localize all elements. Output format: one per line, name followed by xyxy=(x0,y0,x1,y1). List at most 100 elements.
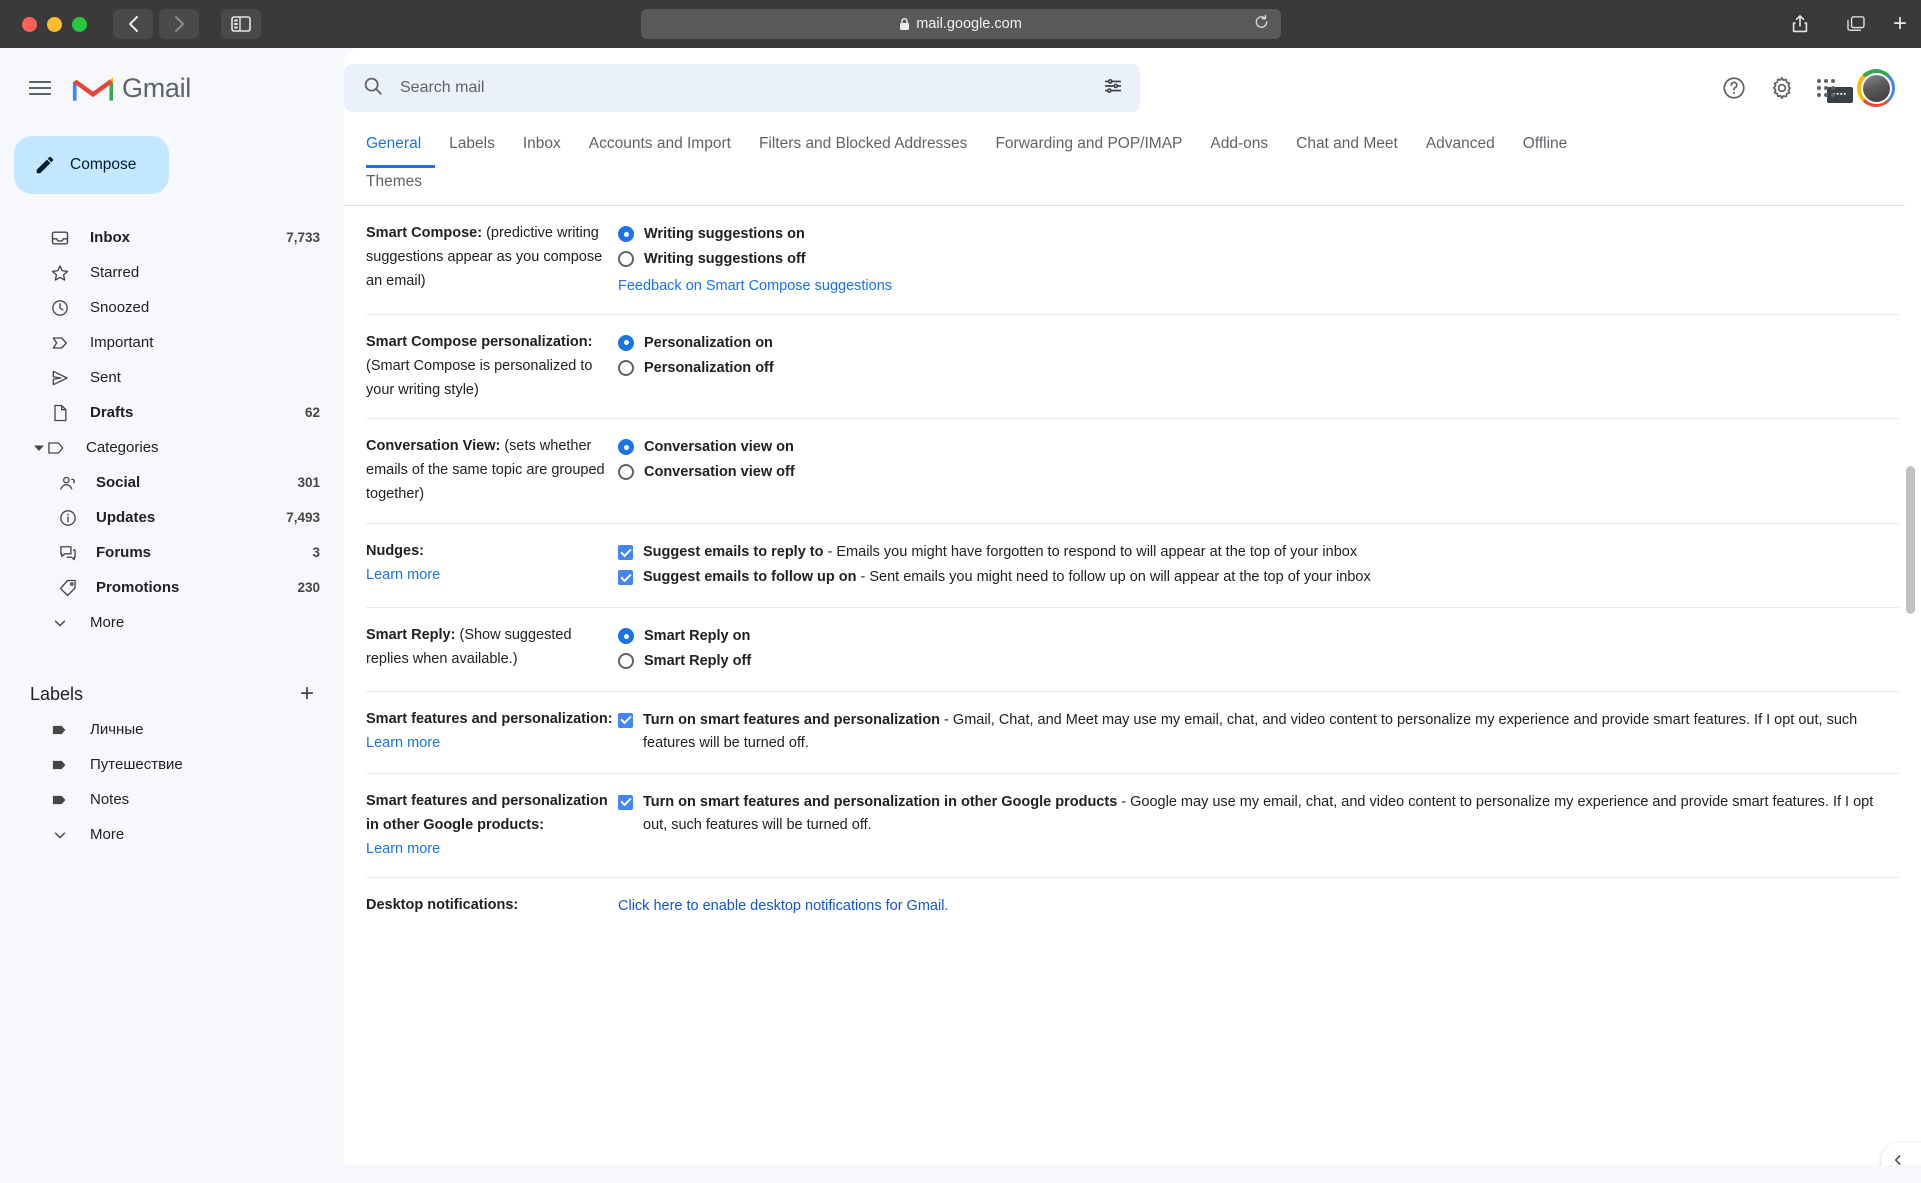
back-button[interactable] xyxy=(113,9,153,39)
radio-option[interactable]: Personalization on xyxy=(618,332,1899,355)
search-icon xyxy=(362,75,384,102)
tab-filters-and-blocked-addresses[interactable]: Filters and Blocked Addresses xyxy=(745,129,982,168)
radio-writing-suggestions-off[interactable] xyxy=(618,250,634,267)
reload-button[interactable] xyxy=(1254,14,1269,34)
radio-writing-suggestions-on[interactable] xyxy=(618,226,634,242)
nudges-learn-more-link[interactable]: Learn more xyxy=(366,567,440,583)
tab-themes[interactable]: Themes xyxy=(366,167,436,206)
checkbox-suggest-emails-to-follow-up-on[interactable] xyxy=(618,570,633,586)
sidebar-label-puteshestvie[interactable]: Путешествие xyxy=(0,747,344,782)
compose-button[interactable]: Compose xyxy=(14,136,169,194)
smart-features-learn-more-link[interactable]: Learn more xyxy=(366,735,440,751)
tab-general[interactable]: General xyxy=(366,129,436,168)
sidebar-item-categories[interactable]: Categories xyxy=(0,430,344,465)
radio-smart-reply-on[interactable] xyxy=(618,628,634,645)
tab-labels[interactable]: Labels xyxy=(435,129,509,168)
sidebar-item-updates[interactable]: Updates 7,493 xyxy=(0,500,344,535)
sidebar-label-text: More xyxy=(90,826,125,843)
create-label-button[interactable]: + xyxy=(300,682,314,706)
settings-button[interactable] xyxy=(1769,75,1795,101)
sidebar-item-snoozed[interactable]: Snoozed xyxy=(0,290,344,325)
scroll-gutter xyxy=(1905,48,1921,1183)
close-window-button[interactable] xyxy=(22,16,37,32)
checkbox-turn-on-smart-features[interactable] xyxy=(618,712,633,728)
radio-conversation-view-off[interactable] xyxy=(618,464,634,481)
avatar[interactable] xyxy=(1857,69,1895,107)
radio-smart-reply-off[interactable] xyxy=(618,652,634,669)
maximize-window-button[interactable] xyxy=(72,16,87,32)
minimize-window-button[interactable] xyxy=(47,16,62,32)
checkbox-option[interactable]: Suggest emails to reply to - Emails you … xyxy=(618,541,1899,564)
setting-description: (Smart Compose is personalized to your w… xyxy=(366,357,593,398)
sidebar-label-lichnye[interactable]: Личные xyxy=(0,712,344,747)
setting-control: Writing suggestions on Writing suggestio… xyxy=(618,222,1899,298)
tab-advanced[interactable]: Advanced xyxy=(1412,129,1509,168)
search-input[interactable]: Search mail xyxy=(400,79,1086,97)
checkbox-suggest-emails-to-reply-to[interactable] xyxy=(618,545,633,561)
sidebar-item-starred[interactable]: Starred xyxy=(0,255,344,290)
enable-desktop-notifications-link[interactable]: Click here to enable desktop notificatio… xyxy=(618,898,948,914)
tab-accounts-and-import[interactable]: Accounts and Import xyxy=(575,129,745,168)
tab-offline[interactable]: Offline xyxy=(1509,129,1582,168)
radio-option[interactable]: Writing suggestions on xyxy=(618,223,1899,246)
radio-conversation-view-on[interactable] xyxy=(618,439,634,456)
radio-option[interactable]: Conversation view on xyxy=(618,436,1899,459)
radio-personalization-on[interactable] xyxy=(618,334,634,351)
radio-option[interactable]: Conversation view off xyxy=(618,461,1899,484)
gmail-logo[interactable]: Gmail xyxy=(72,72,191,104)
browser-sidebar-toggle[interactable] xyxy=(221,9,261,39)
header-icons xyxy=(1721,69,1895,107)
checkbox-turn-on-smart-features-other-products[interactable] xyxy=(618,794,633,810)
sidebar-label-text: Личные xyxy=(90,721,144,738)
sidebar-item-inbox[interactable]: Inbox 7,733 xyxy=(0,220,344,255)
tab-overview-button[interactable] xyxy=(1837,10,1875,38)
radio-option[interactable]: Writing suggestions off xyxy=(618,248,1899,271)
gmail-app: Gmail Compose Inbox 7,733 Starred Snooze… xyxy=(0,48,1921,1183)
new-tab-button[interactable]: + xyxy=(1893,12,1907,36)
sidebar-item-social[interactable]: Social 301 xyxy=(0,465,344,500)
radio-option[interactable]: Smart Reply on xyxy=(618,625,1899,648)
help-button[interactable] xyxy=(1721,75,1747,101)
checkbox-option[interactable]: Turn on smart features and personalizati… xyxy=(618,791,1899,837)
checkbox-option[interactable]: Suggest emails to follow up on - Sent em… xyxy=(618,566,1899,589)
option-text: Suggest emails to reply to - Emails you … xyxy=(643,541,1357,564)
forward-button[interactable] xyxy=(159,9,199,39)
radio-personalization-off[interactable] xyxy=(618,359,634,376)
radio-option[interactable]: Personalization off xyxy=(618,357,1899,380)
checkbox-option[interactable]: Turn on smart features and personalizati… xyxy=(618,709,1899,755)
option-label: Suggest emails to reply to xyxy=(643,544,824,561)
sidebar-item-promotions[interactable]: Promotions 230 xyxy=(0,570,344,605)
gmail-wordmark: Gmail xyxy=(122,72,192,103)
main-menu-button[interactable] xyxy=(16,64,64,112)
smart-features-other-learn-more-link[interactable]: Learn more xyxy=(366,841,440,857)
tab-inbox[interactable]: Inbox xyxy=(509,129,575,168)
tab-chat-and-meet[interactable]: Chat and Meet xyxy=(1282,129,1412,168)
google-apps-button[interactable] xyxy=(1817,79,1835,97)
smart-compose-feedback-link[interactable]: Feedback on Smart Compose suggestions xyxy=(618,275,892,298)
people-icon xyxy=(56,473,80,493)
share-button[interactable] xyxy=(1781,10,1819,38)
search-options-button[interactable] xyxy=(1102,75,1124,102)
sidebar-item-important[interactable]: Important xyxy=(0,325,344,360)
vertical-scrollbar[interactable] xyxy=(1906,466,1915,614)
setting-title: Smart Compose: xyxy=(366,225,483,241)
sidebar-item-label: Categories xyxy=(86,439,159,456)
tab-add-ons[interactable]: Add-ons xyxy=(1196,129,1282,168)
send-icon xyxy=(48,368,72,388)
tab-forwarding-and-pop-imap[interactable]: Forwarding and POP/IMAP xyxy=(981,129,1196,168)
sidebar-item-forums[interactable]: Forums 3 xyxy=(0,535,344,570)
sidebar-item-more[interactable]: More xyxy=(0,605,344,640)
setting-title: Smart features and personalization in ot… xyxy=(366,792,608,833)
sidebar-label-notes[interactable]: Notes xyxy=(0,782,344,817)
gear-icon xyxy=(1773,76,1791,100)
sidebar-labels-more[interactable]: More xyxy=(0,817,344,852)
setting-title: Nudges: xyxy=(366,543,424,560)
sidebar-item-sent[interactable]: Sent xyxy=(0,360,344,395)
sidebar-label-text: Notes xyxy=(90,791,130,808)
option-label: Conversation view off xyxy=(644,464,795,481)
option-label: Writing suggestions on xyxy=(644,226,805,242)
address-bar[interactable]: mail.google.com xyxy=(640,9,1281,39)
search-bar[interactable]: Search mail xyxy=(344,64,1140,112)
sidebar-item-drafts[interactable]: Drafts 62 xyxy=(0,395,344,430)
radio-option[interactable]: Smart Reply off xyxy=(618,650,1899,673)
